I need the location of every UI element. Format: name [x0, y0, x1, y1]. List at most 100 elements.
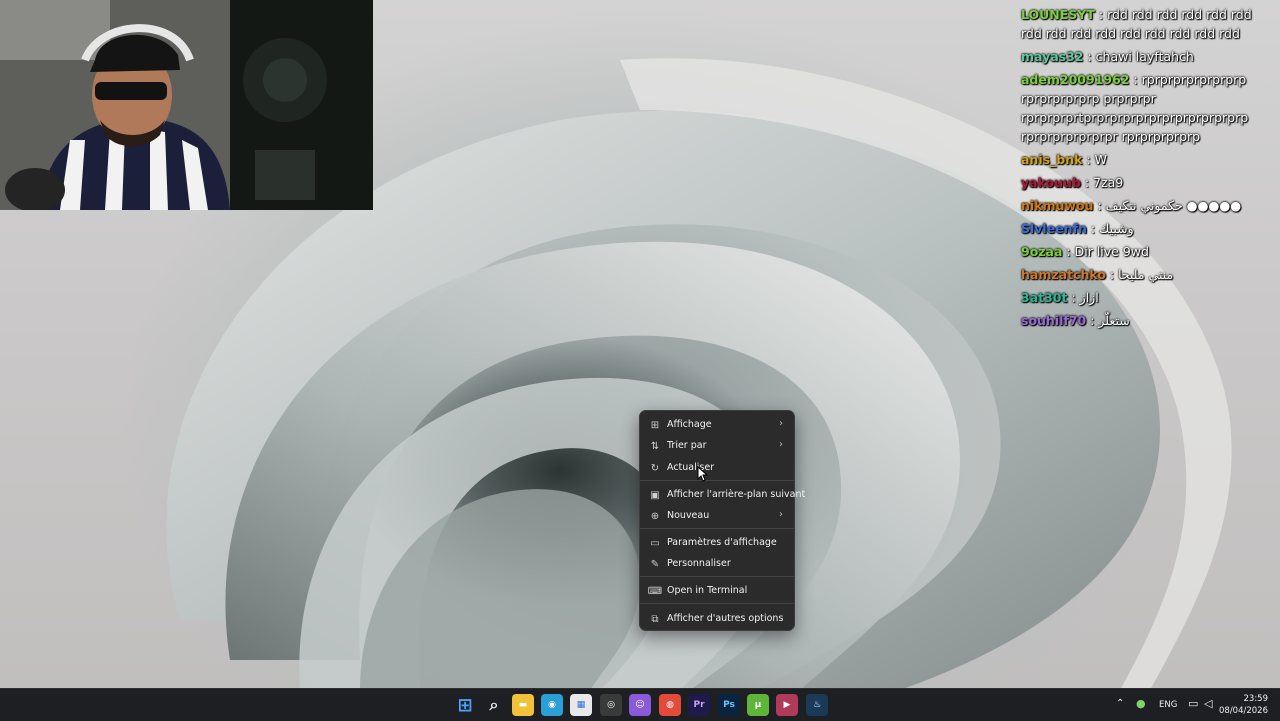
photoshop-icon[interactable]: Ps: [718, 694, 740, 716]
microphone-icon[interactable]: ●: [1136, 697, 1146, 710]
chat-separator: :: [1062, 244, 1075, 259]
app-glyph: Pr: [693, 700, 705, 710]
menu-item-label: Personnaliser: [667, 558, 731, 569]
chat-text: ازاز: [1079, 290, 1099, 305]
chat-text: منتي مليحا: [1118, 267, 1174, 282]
chat-username: nikmuwou: [1021, 198, 1094, 213]
obs-icon[interactable]: ◎: [600, 694, 622, 716]
chat-text: حكموني نتكيف ●●●●●: [1105, 198, 1242, 213]
display-settings-icon: ▭: [650, 537, 660, 549]
chat-message: 3at30t : ازاز: [1021, 288, 1276, 307]
sort-icon: ⇅: [650, 440, 660, 452]
menu-separator: [640, 480, 794, 481]
new-icon: ⊕: [650, 510, 660, 522]
chat-message: adem20091962 : rprprprprprprprp rprprprp…: [1021, 70, 1276, 146]
chrome-icon[interactable]: ◍: [659, 694, 681, 716]
premiere-icon[interactable]: Pr: [688, 694, 710, 716]
menu-item-trier-par[interactable]: ⇅ Trier par ›: [645, 436, 789, 456]
menu-separator: [640, 576, 794, 577]
chat-separator: :: [1093, 198, 1106, 213]
chat-text: Dir live 9wd: [1074, 244, 1149, 259]
next-background-icon: ▣: [650, 489, 660, 501]
mouse-cursor-icon: [697, 466, 709, 482]
chat-separator: :: [1086, 313, 1099, 328]
menu-item-label: Nouveau: [667, 510, 710, 521]
chat-username: souhilf70: [1021, 313, 1087, 328]
grid-icon: ⊞: [650, 419, 660, 431]
chat-username: hamzatchko: [1021, 267, 1106, 282]
chat-username: 9ozaa: [1021, 244, 1063, 259]
chat-text: chawi layftahch: [1095, 49, 1194, 64]
search-button[interactable]: ⌕: [483, 694, 505, 716]
menu-item-label: Afficher l'arrière-plan suivant: [667, 489, 806, 500]
menu-separator: [640, 603, 794, 604]
chat-separator: :: [1094, 7, 1108, 22]
chevron-right-icon: ›: [779, 439, 783, 450]
chat-message: mayas32 : chawi layftahch: [1021, 47, 1276, 66]
chat-text: 7za9: [1093, 175, 1124, 190]
menu-item-afficher-l-arri-re-plan-suivant[interactable]: ▣ Afficher l'arrière-plan suivant: [645, 485, 805, 505]
menu-item-affichage[interactable]: ⊞ Affichage ›: [645, 415, 789, 435]
menu-item-personnaliser[interactable]: ✎ Personnaliser: [645, 554, 789, 574]
refresh-icon: ↻: [650, 462, 660, 474]
chat-separator: :: [1086, 221, 1100, 236]
chat-text: وشبيك: [1099, 221, 1134, 236]
file-explorer-icon[interactable]: ▬: [512, 694, 534, 716]
steam-icon[interactable]: ♨: [806, 694, 828, 716]
menu-item-afficher-d-autres-options[interactable]: ⧉ Afficher d'autres options: [645, 609, 789, 629]
chat-message: yakouub : 7za9: [1021, 173, 1276, 192]
chat-message: LOUNESYT : rdd rdd rdd rdd rdd rdd rdd r…: [1021, 5, 1276, 43]
chat-message: Slvleenfn : وشبيك: [1021, 219, 1276, 238]
chat-separator: :: [1083, 49, 1096, 64]
chat-separator: :: [1080, 175, 1094, 190]
chat-app-icon[interactable]: ☺: [629, 694, 651, 716]
menu-item-label: Trier par: [667, 440, 707, 451]
menu-item-label: Affichage: [667, 419, 712, 430]
menu-item-label: Open in Terminal: [667, 585, 748, 596]
chat-message: anis_bnk : W: [1021, 150, 1276, 169]
network-icon[interactable]: ▭: [1188, 697, 1198, 710]
terminal-icon: ⌨: [647, 585, 663, 597]
menu-item-nouveau[interactable]: ⊕ Nouveau ›: [645, 506, 789, 526]
chat-username: yakouub: [1021, 175, 1081, 190]
volume-icon[interactable]: ◁: [1204, 697, 1212, 710]
chat-separator: :: [1105, 267, 1119, 282]
chat-username: 3at30t: [1021, 290, 1068, 305]
chat-separator: :: [1082, 152, 1095, 167]
chat-message: souhilf70 : ستعلّر: [1021, 311, 1276, 330]
start-button[interactable]: ⊞: [454, 694, 476, 716]
clock[interactable]: 23:59 08/04/2026: [1219, 693, 1268, 717]
pen-icon: ✎: [650, 558, 660, 570]
utorrent-icon[interactable]: µ: [747, 694, 769, 716]
chat-username: Slvleenfn: [1021, 221, 1087, 236]
chat-text: ستعلّر: [1098, 313, 1130, 328]
desktop-context-menu: ⊞ Affichage › ⇅ Trier par › ↻ Actualiser ▣ Affich…: [639, 410, 805, 631]
clock-date: 08/04/2026: [1219, 706, 1268, 716]
edge-icon[interactable]: ◉: [541, 694, 563, 716]
chevron-right-icon: ›: [779, 418, 783, 429]
chevron-right-icon: ›: [779, 509, 783, 520]
tray-overflow-chevron-icon[interactable]: ⌃: [1116, 698, 1124, 709]
menu-item-label: Afficher d'autres options: [667, 613, 784, 624]
app-glyph: Ps: [723, 700, 735, 710]
chat-username: anis_bnk: [1021, 152, 1083, 167]
chat-username: adem20091962: [1021, 72, 1130, 87]
streamer-camera-image: [0, 0, 373, 210]
chat-username: LOUNESYT: [1021, 7, 1095, 22]
clock-time: 23:59: [1243, 694, 1269, 704]
menu-item-open-in-terminal[interactable]: ⌨ Open in Terminal: [645, 581, 789, 601]
taskbar: ⊞ ⌕ ▬ ◉ ▦ ◎ ☺ ◍ Pr Ps µ ▶ ♨ ⌃ ● ENG ▭ ◁ 23:59 08/04/…: [0, 688, 1280, 721]
language-indicator[interactable]: ENG: [1159, 700, 1177, 710]
media-player-icon[interactable]: ▶: [776, 694, 798, 716]
store-icon[interactable]: ▦: [570, 694, 592, 716]
chat-message: hamzatchko : منتي مليحا: [1021, 265, 1276, 284]
webcam-overlay: [0, 0, 373, 210]
menu-item-param-tres-d-affichage[interactable]: ▭ Paramètres d'affichage: [645, 533, 789, 553]
chat-message: 9ozaa : Dir live 9wd: [1021, 242, 1276, 261]
stream-chat-overlay: LOUNESYT : rdd rdd rdd rdd rdd rdd rdd r…: [1021, 5, 1276, 334]
menu-item-label: Paramètres d'affichage: [667, 537, 777, 548]
chat-message: nikmuwou : حكموني نتكيف ●●●●●: [1021, 196, 1276, 215]
chat-text: W: [1094, 152, 1108, 167]
menu-separator: [640, 528, 794, 529]
menu-item-actualiser[interactable]: ↻ Actualiser: [645, 458, 789, 478]
